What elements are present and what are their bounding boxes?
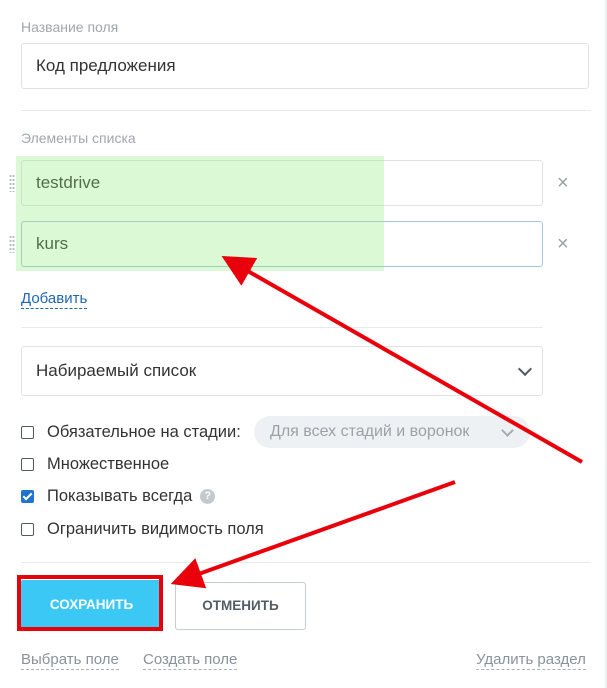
drag-handle-icon[interactable]: [9, 235, 15, 253]
option-required-row[interactable]: Обязательное на стадии:: [21, 421, 241, 443]
chevron-down-icon: [501, 424, 514, 437]
list-item-input[interactable]: testdrive: [21, 160, 543, 206]
cancel-button[interactable]: ОТМЕНИТЬ: [175, 582, 306, 630]
help-icon[interactable]: ?: [200, 488, 216, 504]
option-label: Показывать всегда: [47, 486, 193, 505]
chevron-down-icon: [517, 361, 533, 377]
divider: [21, 327, 543, 328]
checkbox-icon[interactable]: [21, 522, 34, 536]
checkbox-icon[interactable]: [21, 457, 34, 471]
drag-handle-icon[interactable]: [9, 174, 15, 192]
option-label: Ограничить видимость поля: [47, 519, 264, 538]
option-label: Обязательное на стадии:: [47, 422, 241, 441]
field-name-input[interactable]: Код предложения: [21, 43, 589, 89]
list-items-label: Элементы списка: [21, 130, 136, 146]
add-item-link[interactable]: Добавить: [21, 290, 88, 309]
stage-select-value: Для всех стадий и воронок: [270, 423, 470, 440]
list-item-input[interactable]: kurs: [21, 221, 543, 267]
field-name-label: Название поля: [21, 19, 119, 35]
stage-select[interactable]: Для всех стадий и воронок: [254, 416, 530, 448]
close-icon[interactable]: ×: [557, 173, 569, 193]
save-button[interactable]: СОХРАНИТЬ: [21, 580, 162, 630]
option-multiple-row[interactable]: Множественное: [21, 453, 169, 475]
delete-section-link[interactable]: Удалить раздел: [476, 651, 586, 670]
list-type-select[interactable]: Набираемый список: [21, 346, 543, 396]
option-label: Множественное: [47, 454, 170, 473]
checkbox-icon[interactable]: [21, 489, 34, 503]
select-field-link[interactable]: Выбрать поле: [21, 651, 119, 670]
list-type-value: Набираемый список: [36, 361, 197, 380]
create-field-link[interactable]: Создать поле: [143, 651, 238, 670]
field-settings-panel: Название поля Код предложения Элементы с…: [0, 0, 605, 688]
close-icon[interactable]: ×: [557, 234, 569, 254]
option-always-show-row[interactable]: Показывать всегда ?: [21, 485, 216, 507]
divider: [21, 110, 591, 111]
checkbox-icon[interactable]: [21, 425, 34, 439]
divider: [21, 562, 591, 563]
option-restrict-visibility-row[interactable]: Ограничить видимость поля: [21, 518, 264, 540]
